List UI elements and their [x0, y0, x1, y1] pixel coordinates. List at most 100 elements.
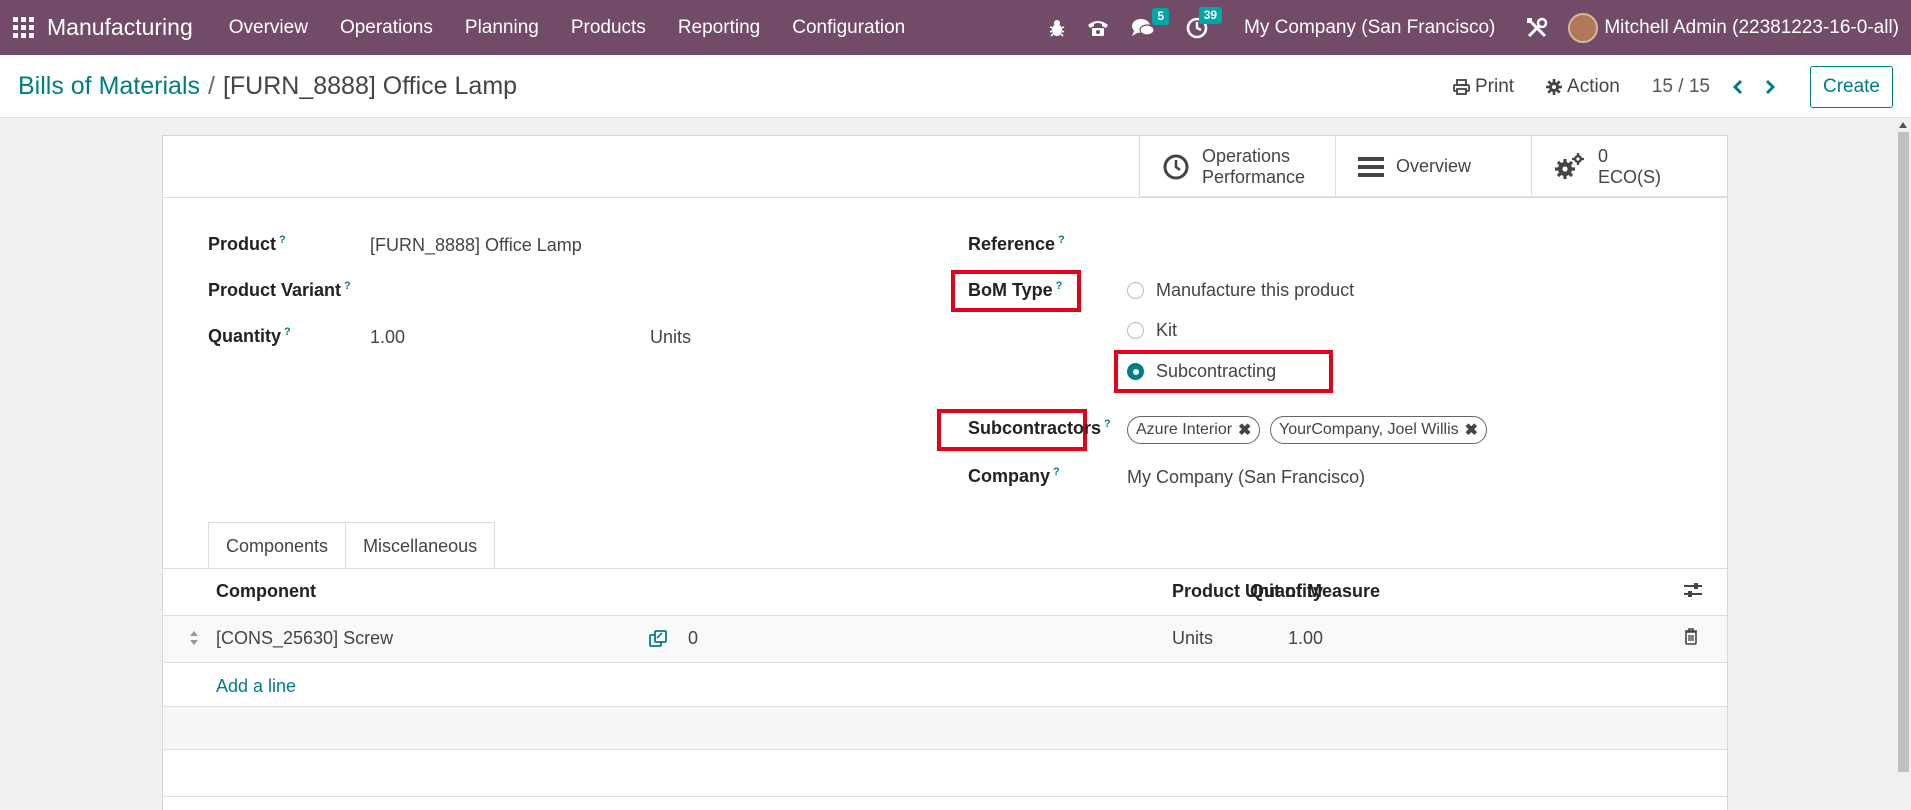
breadcrumb-parent[interactable]: Bills of Materials: [18, 72, 200, 100]
user-avatar[interactable]: [1568, 12, 1599, 43]
product-label: Product?: [208, 234, 286, 254]
row-forecast-quantity: 0: [688, 628, 699, 648]
bug-icon[interactable]: [1049, 19, 1065, 37]
forecast-report-icon[interactable]: [648, 629, 668, 654]
systray: 5 39 My Company (San Francisco) Mitchell…: [1038, 0, 1911, 55]
form-sheet: Operations Performance Overview 0 ECO(S)…: [162, 135, 1728, 810]
bars-icon: [1358, 156, 1384, 177]
help-icon: ?: [284, 326, 291, 338]
bom-type-subcontracting-option[interactable]: Subcontracting: [1127, 361, 1276, 382]
print-button[interactable]: Print: [1453, 76, 1514, 98]
row-quantity[interactable]: 1.00: [1288, 628, 1323, 649]
bom-type-manufacture-option[interactable]: Manufacture this product: [1127, 280, 1354, 301]
help-icon: ?: [279, 234, 286, 246]
menu-configuration[interactable]: Configuration: [776, 0, 921, 55]
messages-badge: 5: [1152, 7, 1170, 25]
reference-label: Reference?: [968, 234, 1065, 254]
product-field[interactable]: [FURN_8888] Office Lamp: [370, 235, 582, 256]
help-icon: ?: [1104, 418, 1111, 430]
tab-components[interactable]: Components: [208, 522, 347, 568]
company-field[interactable]: My Company (San Francisco): [1127, 467, 1365, 488]
remove-tag-icon[interactable]: ✖: [1465, 420, 1478, 440]
control-panel-actions: Print Action 15 / 15 Create: [1453, 55, 1911, 118]
clock-icon: [1163, 154, 1189, 179]
action-button[interactable]: Action: [1546, 76, 1620, 98]
tab-miscellaneous[interactable]: Miscellaneous: [346, 522, 496, 568]
pager-next-button[interactable]: [1764, 79, 1776, 95]
smart-button-box: Operations Performance Overview 0 ECO(S): [1139, 136, 1727, 197]
button-box-divider: [163, 197, 1727, 198]
print-label: Print: [1474, 75, 1515, 97]
action-label: Action: [1567, 75, 1620, 97]
app-menu-grid-icon[interactable]: [12, 17, 34, 39]
user-menu[interactable]: Mitchell Admin (22381223-16-0-all): [1604, 17, 1899, 39]
subcontractor-tag[interactable]: YourCompany, Joel Willis ✖: [1270, 416, 1488, 444]
quantity-label: Quantity?: [208, 326, 291, 346]
column-header-uom[interactable]: Product Unit of Measure: [1172, 581, 1380, 602]
sheet-bottom-divider: [163, 796, 1727, 797]
subcontractor-tag-label: YourCompany, Joel Willis: [1279, 421, 1459, 438]
overview-label: Overview: [1396, 156, 1472, 176]
app-brand[interactable]: Manufacturing: [47, 14, 193, 41]
menu-planning[interactable]: Planning: [449, 0, 555, 55]
activities-clock-icon[interactable]: 39: [1186, 6, 1223, 39]
menu-products[interactable]: Products: [555, 0, 662, 55]
radio-kit[interactable]: [1127, 322, 1144, 339]
table-footer: [163, 706, 1727, 750]
subcontractor-tag-label: Azure Interior: [1136, 421, 1233, 438]
menu-reporting[interactable]: Reporting: [662, 0, 776, 55]
breadcrumb-current: [FURN_8888] Office Lamp: [222, 72, 518, 100]
chevron-right-icon: [1765, 79, 1776, 94]
company-switcher[interactable]: My Company (San Francisco): [1244, 17, 1495, 39]
quantity-field[interactable]: 1.00: [370, 327, 405, 348]
scroll-up-arrow-icon[interactable]: [1899, 122, 1907, 128]
breadcrumb: Bills of Materials / [FURN_8888] Office La…: [18, 72, 517, 101]
trash-icon[interactable]: [1684, 628, 1698, 650]
notebook-tabs: Components Miscellaneous: [208, 522, 496, 568]
pager-value[interactable]: 15 / 15: [1652, 76, 1710, 98]
radio-kit-label: Kit: [1156, 320, 1178, 340]
eco-label: ECO(S): [1598, 166, 1661, 187]
menu-overview[interactable]: Overview: [213, 0, 324, 55]
row-uom[interactable]: Units: [1172, 628, 1213, 649]
radio-manufacture[interactable]: [1127, 282, 1144, 299]
help-icon: ?: [1055, 280, 1063, 292]
bom-type-label: BoM Type?: [968, 280, 1063, 300]
subcontractors-label: Subcontractors?: [968, 418, 1111, 438]
control-panel: Bills of Materials / [FURN_8888] Office La…: [0, 55, 1911, 118]
create-button[interactable]: Create: [1809, 65, 1893, 108]
cogs-icon: [1555, 152, 1584, 179]
top-navbar: Manufacturing Overview Operations Planni…: [0, 0, 1911, 55]
messages-icon[interactable]: 5: [1131, 7, 1170, 38]
help-icon: ?: [344, 280, 351, 292]
subcontractor-tag[interactable]: Azure Interior ✖: [1127, 416, 1261, 444]
scroll-thumb[interactable]: [1898, 132, 1909, 772]
activities-badge: 39: [1198, 6, 1223, 24]
radio-manufacture-label: Manufacture this product: [1156, 280, 1355, 300]
radio-subcontracting[interactable]: [1127, 363, 1144, 380]
eco-count: 0: [1598, 145, 1609, 166]
pager-previous-button[interactable]: [1732, 79, 1744, 95]
radio-subcontracting-label: Subcontracting: [1156, 361, 1277, 381]
menu-operations[interactable]: Operations: [324, 0, 449, 55]
quantity-uom-field[interactable]: Units: [650, 327, 691, 348]
table-row[interactable]: [163, 616, 1727, 662]
row-component[interactable]: [CONS_25630] Screw: [216, 628, 393, 649]
page-scrollbar[interactable]: [1896, 120, 1911, 810]
bom-type-kit-option[interactable]: Kit: [1127, 320, 1177, 341]
gear-icon: [1546, 78, 1563, 95]
phone-icon[interactable]: [1087, 19, 1109, 37]
print-icon: [1453, 78, 1470, 95]
column-header-component[interactable]: Component: [216, 581, 316, 602]
product-variant-label: Product Variant?: [208, 280, 351, 300]
row-drag-handle-icon[interactable]: [189, 630, 199, 651]
table-row-divider: [163, 662, 1727, 663]
add-line-link[interactable]: Add a line: [216, 676, 296, 697]
overview-button[interactable]: Overview: [1335, 136, 1531, 197]
optional-columns-icon[interactable]: [1683, 581, 1703, 604]
eco-button[interactable]: 0 ECO(S): [1531, 136, 1727, 197]
operations-performance-button[interactable]: Operations Performance: [1139, 136, 1335, 197]
help-icon: ?: [1053, 466, 1060, 478]
tools-icon[interactable]: [1526, 17, 1548, 39]
remove-tag-icon[interactable]: ✖: [1238, 420, 1251, 440]
